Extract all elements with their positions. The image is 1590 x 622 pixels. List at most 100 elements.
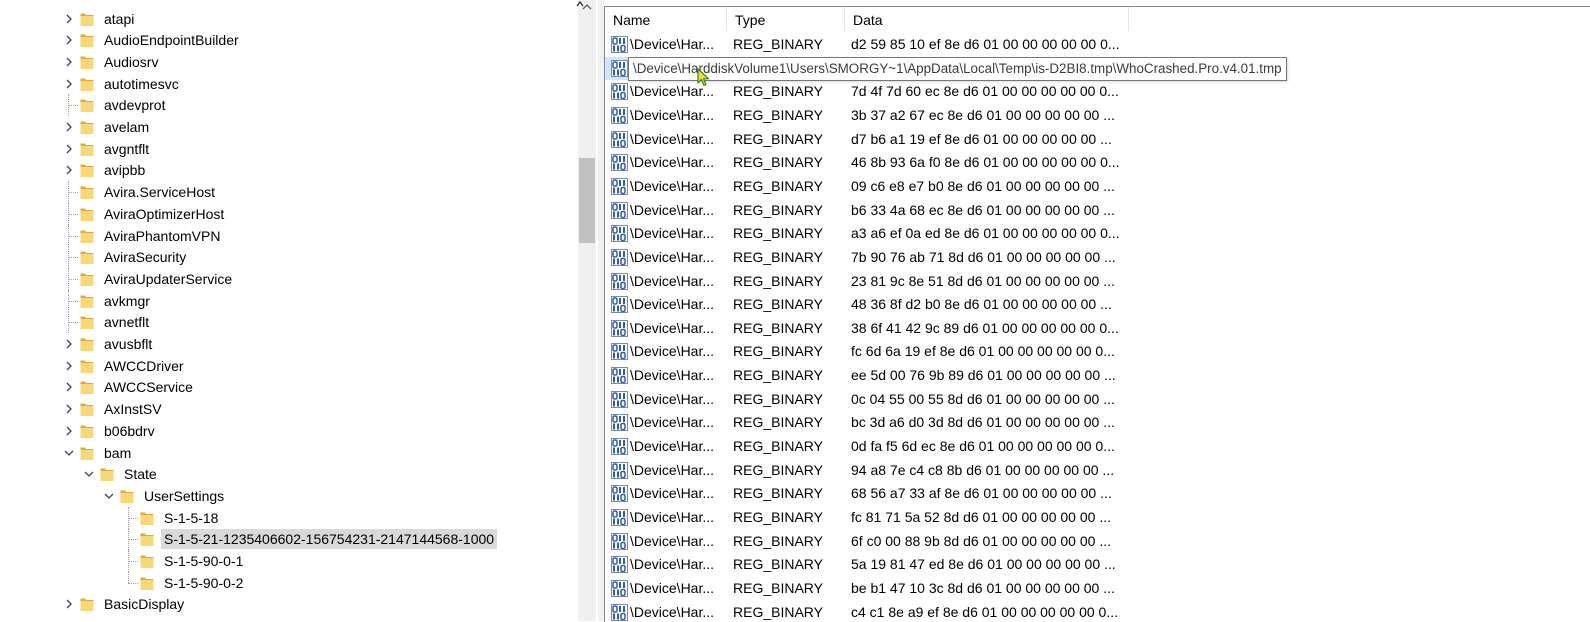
tree-node-avgntflt[interactable]: avgntflt <box>80 138 152 160</box>
chevron-down-icon[interactable] <box>64 448 74 458</box>
value-data: 09 c6 e8 e7 b0 8e d6 01 00 00 00 00 00 .… <box>851 177 1115 194</box>
list-row[interactable]: \Device\Har... REG_BINARY 09 c6 e8 e7 b0 8… <box>605 175 1590 199</box>
tree-node-s-1-5-90-0-2[interactable]: S-1-5-90-0-2 <box>140 572 246 594</box>
chevron-right-icon[interactable] <box>64 144 74 154</box>
chevron-right-icon[interactable] <box>64 426 74 436</box>
tree-connector-line <box>68 94 69 117</box>
list-row[interactable]: \Device\Har... REG_BINARY 7d 4f 7d 60 ec 8… <box>605 80 1590 104</box>
value-data: 38 6f 41 42 9c 89 d6 01 00 00 00 00 00 0… <box>851 319 1119 336</box>
tree-node-b06bdrv[interactable]: b06bdrv <box>80 420 158 442</box>
tree-connector-line <box>128 528 129 551</box>
list-row[interactable]: \Device\Har... REG_BINARY ee 5d 00 76 9b 8… <box>605 364 1590 388</box>
tree-node-s-1-5-90-0-1[interactable]: S-1-5-90-0-1 <box>140 550 246 572</box>
tree-node-label: avelam <box>104 119 150 135</box>
tree-node-s-1-5-21-1235406602-156754231-2147144568-1000[interactable]: S-1-5-21-1235406602-156754231-2147144568… <box>140 528 498 550</box>
tree-node-avira-servicehost[interactable]: Avira.ServiceHost <box>80 181 218 203</box>
tree-node-label: avkmgr <box>104 292 150 309</box>
folder-icon <box>80 271 101 287</box>
value-type: REG_BINARY <box>733 319 823 336</box>
tree-node-avusbflt[interactable]: avusbflt <box>80 333 155 355</box>
chevron-right-icon[interactable] <box>64 57 74 67</box>
tree-node-audioendpointbuilder[interactable]: AudioEndpointBuilder <box>80 29 242 51</box>
tree-node-awccdriver[interactable]: AWCCDriver <box>80 355 187 377</box>
list-row[interactable]: \Device\Har... REG_BINARY bc 3d a6 d0 3d 8… <box>605 411 1590 435</box>
chevron-right-icon[interactable] <box>64 165 74 175</box>
value-data: 23 81 9c 8e 51 8d d6 01 00 00 00 00 00 .… <box>851 272 1115 289</box>
list-row[interactable]: \Device\Har... REG_BINARY 7b 90 76 ab 71 8… <box>605 246 1590 270</box>
tree-node-avelam[interactable]: avelam <box>80 116 152 138</box>
registry-values-list[interactable]: Name Type Data \Device\Har... REG_BINARY d… <box>604 6 1590 622</box>
tree-node-label: S-1-5-90-0-2 <box>164 574 244 591</box>
list-row[interactable]: \Device\Har... REG_BINARY 6f c0 00 88 9b 8… <box>605 530 1590 554</box>
list-row[interactable]: \Device\Har... REG_BINARY fc 6d 6a 19 ef 8… <box>605 340 1590 364</box>
list-row[interactable]: \Device\Har... REG_BINARY 23 81 9c 8e 51 8… <box>605 270 1590 294</box>
chevron-right-icon[interactable] <box>64 79 74 89</box>
tree-node-basicdisplay[interactable]: BasicDisplay <box>80 593 187 615</box>
list-row[interactable]: \Device\Har... REG_BINARY a3 a6 ef 0a ed 8… <box>605 222 1590 246</box>
tree-node-avdevprot[interactable]: avdevprot <box>80 94 168 116</box>
tree-node-bam[interactable]: bam <box>80 442 134 464</box>
column-header-type[interactable]: Type <box>727 7 845 31</box>
value-name: \Device\Har... <box>630 130 715 147</box>
tree-connector-line <box>68 267 69 290</box>
scrollbar-thumb[interactable] <box>579 158 595 243</box>
tree-node-autotimesvc[interactable]: autotimesvc <box>80 73 182 95</box>
tree-connector-line <box>68 192 78 194</box>
list-row[interactable]: \Device\Har... REG_BINARY 94 a8 7e c4 c8 8… <box>605 459 1590 483</box>
value-type: REG_BINARY <box>733 225 823 242</box>
list-row[interactable]: \Device\Har... REG_BINARY b6 33 4a 68 ec 8… <box>605 199 1590 223</box>
tree-node-s-1-5-18[interactable]: S-1-5-18 <box>140 507 221 529</box>
tree-node-avirasecurity[interactable]: AviraSecurity <box>80 246 189 268</box>
chevron-right-icon[interactable] <box>64 361 74 371</box>
chevron-right-icon[interactable] <box>64 599 74 609</box>
chevron-right-icon[interactable] <box>64 14 74 24</box>
list-row[interactable]: \Device\Har... REG_BINARY 46 8b 93 6a f0 8… <box>605 151 1590 175</box>
list-row[interactable]: \Device\Har... REG_BINARY fc 81 71 5a 52 8… <box>605 506 1590 530</box>
tree-vertical-scrollbar[interactable] <box>578 0 596 621</box>
column-header-data[interactable]: Data <box>845 7 1129 31</box>
chevron-right-icon[interactable] <box>64 404 74 414</box>
tree-node-avnetflt[interactable]: avnetflt <box>80 311 152 333</box>
tree-node-usersettings[interactable]: UserSettings <box>120 485 227 507</box>
tree-node-label: avipbb <box>104 162 146 179</box>
list-row[interactable]: \Device\Har... REG_BINARY 3b 37 a2 67 ec 8… <box>605 104 1590 128</box>
tree-node-avipbb[interactable]: avipbb <box>80 159 148 181</box>
chevron-down-icon[interactable] <box>84 469 94 479</box>
list-row[interactable]: \Device\Har... REG_BINARY 48 36 8f d2 b0 8… <box>605 293 1590 317</box>
list-row[interactable]: \Device\Har... REG_BINARY 38 6f 41 42 9c 8… <box>605 317 1590 341</box>
registry-key-tree[interactable]: atapi AudioEndpointBuilder Audiosrv autotim… <box>0 0 598 621</box>
chevron-down-icon[interactable] <box>104 491 114 501</box>
tree-node-avkmgr[interactable]: avkmgr <box>80 290 153 312</box>
tree-node-state[interactable]: State <box>100 463 160 485</box>
list-row[interactable]: \Device\Har... REG_BINARY d7 b6 a1 19 ef 8… <box>605 128 1590 152</box>
folder-icon <box>80 379 101 395</box>
list-row[interactable]: \Device\Har... REG_BINARY d2 59 85 10 ef 8… <box>605 33 1590 57</box>
column-header-name[interactable]: Name <box>605 7 727 31</box>
chevron-right-icon[interactable] <box>64 122 74 132</box>
tree-node-label: avusbflt <box>104 336 153 352</box>
value-data: b6 33 4a 68 ec 8e d6 01 00 00 00 00 00 .… <box>851 201 1115 218</box>
folder-icon <box>80 54 101 70</box>
list-row[interactable]: \Device\Har... REG_BINARY 0d fa f5 6d ec 8… <box>605 435 1590 459</box>
chevron-right-icon[interactable] <box>64 339 74 349</box>
tree-node-aviraupdaterservice[interactable]: AviraUpdaterService <box>80 268 235 290</box>
tree-node-aviraoptimizerhost[interactable]: AviraOptimizerHost <box>80 203 227 225</box>
list-row[interactable]: \Device\Har... REG_BINARY c4 c1 8e a9 ef 8… <box>605 601 1590 622</box>
tree-node-axinstsv[interactable]: AxInstSV <box>80 398 165 420</box>
list-row[interactable]: \Device\Har... REG_BINARY 5a 19 81 47 ed 8… <box>605 553 1590 577</box>
tree-node-atapi[interactable]: atapi <box>80 8 137 30</box>
list-row[interactable]: \Device\Har... REG_BINARY be b1 47 10 3c 8… <box>605 577 1590 601</box>
value-name: \Device\Har... <box>630 36 715 52</box>
reg-binary-icon <box>611 343 628 361</box>
list-row[interactable]: \Device\Har... REG_BINARY 68 56 a7 33 af 8… <box>605 482 1590 506</box>
chevron-right-icon[interactable] <box>64 35 74 45</box>
tree-node-aviraphantomvpn[interactable]: AviraPhantomVPN <box>80 225 223 247</box>
chevron-right-icon[interactable] <box>64 382 74 392</box>
tree-node-audiosrv[interactable]: Audiosrv <box>80 51 161 73</box>
list-row[interactable]: \Device\Har...REG_BINARY <box>605 56 823 81</box>
value-name-tooltip: \Device\HarddiskVolume1\Users\SMORGY~1\A… <box>628 57 1287 81</box>
reg-binary-icon <box>611 579 628 597</box>
folder-icon <box>80 184 101 200</box>
tree-node-awccservice[interactable]: AWCCService <box>80 376 196 398</box>
list-row[interactable]: \Device\Har... REG_BINARY 0c 04 55 00 55 8… <box>605 388 1590 412</box>
